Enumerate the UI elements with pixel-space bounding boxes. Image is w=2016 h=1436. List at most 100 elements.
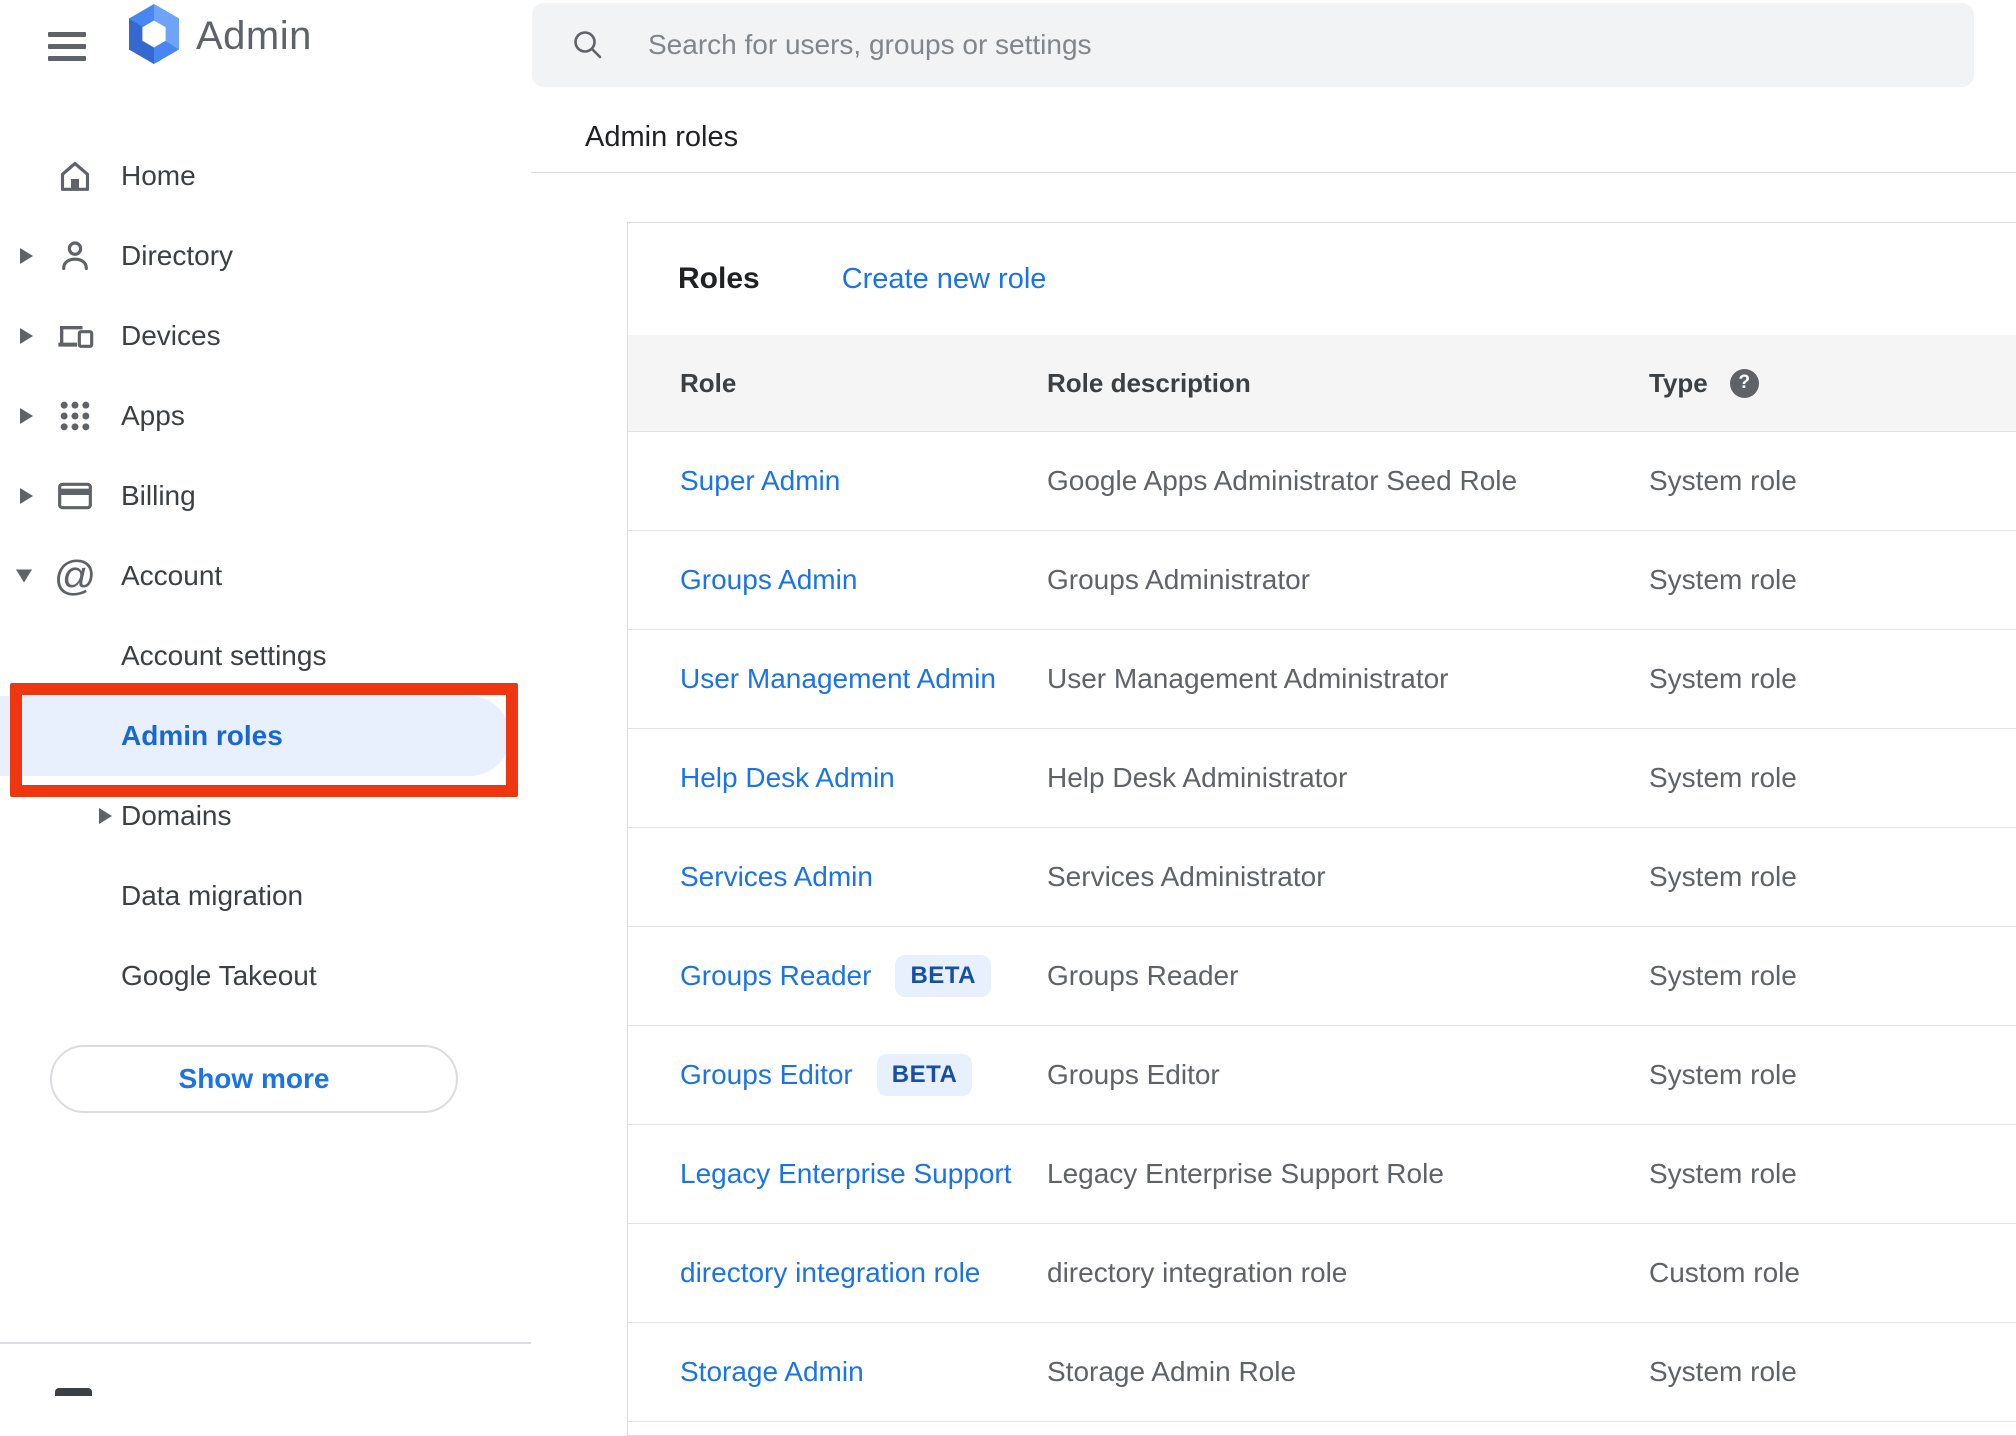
role-type-cell: System role: [1649, 663, 1797, 694]
beta-badge: BETA: [876, 1054, 973, 1096]
sidebar-item-data-migration[interactable]: Data migration: [0, 856, 531, 936]
help-icon[interactable]: ?: [1729, 368, 1759, 398]
sidebar-item-account[interactable]: @ Account: [0, 536, 531, 616]
role-link[interactable]: User Management Admin: [680, 663, 996, 695]
card-title: Roles: [678, 262, 760, 295]
role-link[interactable]: Help Desk Admin: [680, 762, 895, 794]
roles-card: Roles Create new role Role Role descript…: [627, 222, 2016, 1436]
sidebar-item-label: Domains: [121, 800, 232, 831]
sidebar: Admin Home Directory Devices Apps Billing @ Ac…: [0, 0, 531, 1396]
person-icon: [55, 234, 95, 278]
sidebar-item-label: Account: [121, 560, 223, 591]
sidebar-item-label: Account settings: [121, 640, 327, 671]
admin-logo: Admin: [124, 3, 312, 70]
sidebar-divider: [0, 1342, 531, 1344]
google-admin-console: { "app": { "product_name": "Admin" }, "s…: [0, 0, 2016, 1436]
role-type-cell: System role: [1649, 465, 1797, 496]
table-header-row: Role Role description Type ?: [628, 335, 2016, 432]
sidebar-item-label: Directory: [121, 240, 234, 271]
collapse-arrow-icon[interactable]: [16, 569, 32, 583]
home-icon: [55, 154, 95, 198]
create-new-role-link[interactable]: Create new role: [842, 263, 1047, 296]
role-type-cell: System role: [1649, 861, 1797, 892]
sidebar-item-label: Devices: [121, 320, 221, 351]
role-type-cell: System role: [1649, 1158, 1797, 1189]
sidebar-item-label: Home: [121, 160, 196, 191]
role-description-cell: Storage Admin Role: [1047, 1356, 1297, 1387]
at-icon: @: [53, 552, 97, 599]
product-name: Admin: [196, 13, 312, 58]
sidebar-item-label: Billing: [121, 480, 196, 511]
role-type-cell: System role: [1649, 960, 1797, 991]
column-header-description: Role description: [1047, 367, 1251, 398]
expand-arrow-icon[interactable]: [20, 488, 33, 504]
role-description-cell: Legacy Enterprise Support Role: [1047, 1158, 1444, 1189]
header-divider: [531, 172, 2016, 173]
role-type-cell: System role: [1649, 762, 1797, 793]
apps-icon: [55, 394, 95, 438]
devices-icon: [55, 314, 95, 358]
role-link[interactable]: Legacy Enterprise Support: [680, 1158, 1012, 1190]
role-description-cell: Help Desk Administrator: [1047, 762, 1348, 793]
role-description-cell: User Management Administrator: [1047, 663, 1449, 694]
admin-hexagon-logo-icon: [124, 3, 184, 70]
beta-badge: BETA: [895, 955, 991, 997]
sidebar-item-apps[interactable]: Apps: [0, 376, 531, 456]
table-row-directory-integration-role: directory integration role directory inte…: [628, 1224, 2016, 1323]
role-type-cell: System role: [1649, 1059, 1797, 1090]
role-link[interactable]: Services Admin: [680, 861, 873, 893]
sidebar-item-domains[interactable]: Domains: [0, 776, 531, 856]
menu-hamburger-icon[interactable]: [48, 24, 92, 68]
column-header-type: Type ?: [1649, 368, 2016, 399]
table-row-user-management-admin: User Management Admin User Management Adm…: [628, 630, 2016, 729]
sidebar-item-devices[interactable]: Devices: [0, 296, 531, 376]
role-description-cell: directory integration role: [1047, 1257, 1348, 1288]
table-row-services-admin: Services Admin Services Administrator Syst…: [628, 828, 2016, 927]
table-row-groups-admin: Groups Admin Groups Administrator System r…: [628, 531, 2016, 630]
sidebar-item-directory[interactable]: Directory: [0, 216, 531, 296]
search-bar[interactable]: [532, 3, 1974, 87]
sidebar-item-google-takeout[interactable]: Google Takeout: [0, 936, 531, 1016]
role-type-cell: System role: [1649, 564, 1797, 595]
role-description-cell: Google Apps Administrator Seed Role: [1047, 465, 1518, 496]
table-row-groups-reader: Groups Reader BETA Groups Reader System rol…: [628, 927, 2016, 1026]
table-row-storage-admin: Storage Admin Storage Admin Role System ro…: [628, 1323, 2016, 1422]
role-link[interactable]: Super Admin: [680, 465, 840, 497]
roles-table-body: Super Admin Google Apps Administrator See…: [628, 432, 2016, 1422]
sidebar-item-admin-roles[interactable]: Admin roles: [0, 696, 531, 776]
role-link[interactable]: directory integration role: [680, 1257, 980, 1289]
role-description-cell: Groups Editor: [1047, 1059, 1220, 1090]
sidebar-item-billing[interactable]: Billing: [0, 456, 531, 536]
column-header-role: Role: [680, 367, 737, 398]
show-more-button[interactable]: Show more: [50, 1045, 458, 1113]
sidebar-item-label: Admin roles: [121, 720, 283, 751]
role-type-cell: System role: [1649, 1356, 1797, 1387]
role-link[interactable]: Groups Admin: [680, 564, 857, 596]
role-description-cell: Services Administrator: [1047, 861, 1326, 892]
role-type-cell: Custom role: [1649, 1257, 1800, 1288]
search-input[interactable]: [646, 28, 1974, 62]
table-row-legacy-enterprise-support: Legacy Enterprise Support Legacy Enterpri…: [628, 1125, 2016, 1224]
expand-arrow-icon[interactable]: [20, 408, 33, 424]
role-link[interactable]: Groups Reader: [680, 960, 871, 992]
sidebar-nav: Home Directory Devices Apps Billing @ Account A…: [0, 136, 531, 1016]
table-row-groups-editor: Groups Editor BETA Groups Editor System rol…: [628, 1026, 2016, 1125]
column-header-type-label: Type: [1649, 367, 1708, 398]
card-icon: [55, 474, 95, 518]
sidebar-item-account-settings[interactable]: Account settings: [0, 616, 531, 696]
roles-card-header: Roles Create new role: [628, 223, 2016, 335]
role-description-cell: Groups Reader: [1047, 960, 1239, 991]
table-row-help-desk-admin: Help Desk Admin Help Desk Administrator Sy…: [628, 729, 2016, 828]
sidebar-item-label: Google Takeout: [121, 960, 317, 991]
expand-arrow-icon[interactable]: [20, 328, 33, 344]
breadcrumb: Admin roles: [585, 121, 739, 153]
table-row-super-admin: Super Admin Google Apps Administrator See…: [628, 432, 2016, 531]
search-icon: [570, 27, 606, 63]
role-description-cell: Groups Administrator: [1047, 564, 1310, 595]
role-link[interactable]: Groups Editor: [680, 1059, 853, 1091]
expand-arrow-icon[interactable]: [20, 248, 33, 264]
building-icon: [55, 1388, 92, 1396]
expand-arrow-icon[interactable]: [99, 808, 112, 824]
sidebar-item-home[interactable]: Home: [0, 136, 531, 216]
role-link[interactable]: Storage Admin: [680, 1356, 864, 1388]
